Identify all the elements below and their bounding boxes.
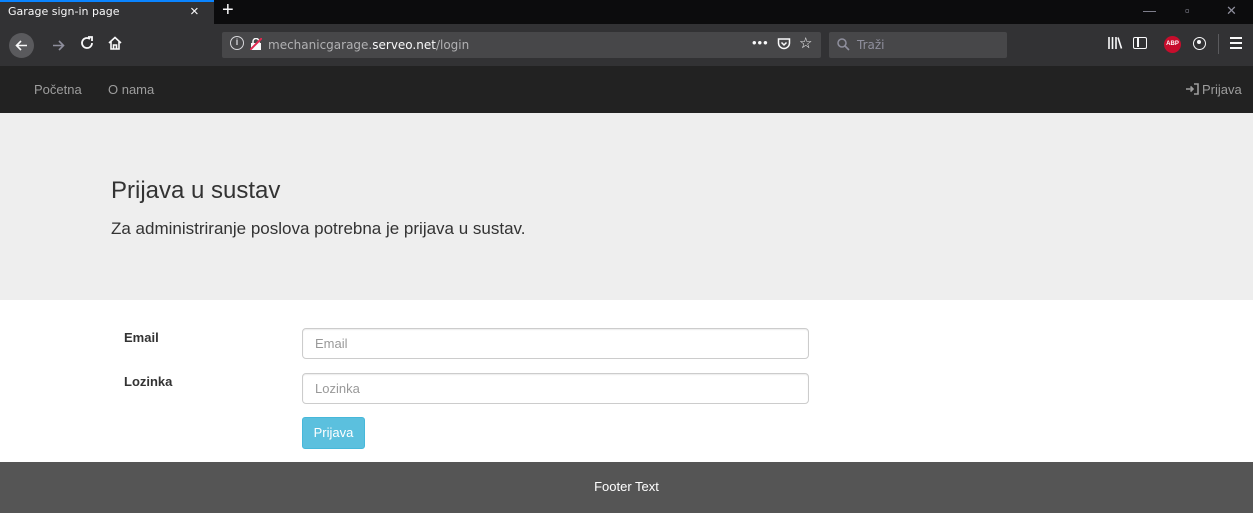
search-placeholder: Traži — [857, 38, 885, 52]
toolbar-divider — [1218, 34, 1219, 54]
star-icon[interactable]: ☆ — [799, 34, 812, 52]
minimize-icon[interactable]: — — [1143, 2, 1156, 20]
password-field[interactable] — [302, 373, 809, 404]
new-tab-icon[interactable]: + — [222, 0, 234, 22]
search-bar[interactable]: Traži — [829, 32, 1007, 58]
page-title: Prijava u sustav — [111, 177, 281, 204]
forward-icon[interactable] — [46, 33, 66, 58]
nav-link-login[interactable]: Prijava — [1186, 82, 1242, 98]
pocket-icon[interactable] — [777, 37, 791, 56]
password-label: Lozinka — [124, 374, 173, 389]
url-text[interactable]: mechanicgarage.serveo.net/login — [268, 38, 469, 52]
page-actions-icon[interactable]: ••• — [752, 35, 769, 50]
sidebar-icon[interactable] — [1133, 37, 1147, 49]
library-icon[interactable] — [1107, 36, 1123, 54]
browser-tab[interactable]: Garage sign-in page × — [0, 0, 214, 24]
footer-text: Footer Text — [594, 479, 659, 494]
nav-link-home[interactable]: Početna — [34, 82, 82, 97]
tab-title: Garage sign-in page — [8, 5, 120, 18]
nav-login-label: Prijava — [1202, 82, 1242, 97]
nav-link-about[interactable]: O nama — [108, 82, 154, 97]
insecure-lock-icon[interactable] — [249, 37, 263, 51]
menu-icon[interactable] — [1230, 37, 1242, 52]
maximize-icon[interactable]: ▫ — [1185, 2, 1190, 20]
account-icon[interactable] — [1193, 37, 1206, 50]
login-submit-button[interactable]: Prijava — [302, 417, 365, 449]
window-close-icon[interactable]: ✕ — [1226, 2, 1237, 20]
page-lead: Za administriranje poslova potrebna je p… — [111, 219, 526, 238]
jumbotron: Prijava u sustav Za administriranje posl… — [0, 113, 1253, 300]
url-bar[interactable]: i mechanicgarage.serveo.net/login ••• ☆ — [222, 32, 821, 58]
url-prefix: mechanicgarage. — [268, 38, 373, 52]
search-icon — [837, 38, 850, 56]
email-field[interactable] — [302, 328, 809, 359]
home-icon[interactable] — [107, 35, 123, 56]
browser-titlebar: Garage sign-in page × + — ▫ ✕ — [0, 0, 1253, 24]
url-host: serveo.net — [372, 38, 436, 52]
footer: Footer Text — [0, 462, 1253, 513]
tab-close-icon[interactable]: × — [190, 3, 199, 21]
reload-icon[interactable] — [79, 35, 95, 56]
url-path: /login — [435, 38, 470, 52]
login-icon — [1186, 83, 1199, 98]
abp-icon[interactable]: ABP — [1164, 36, 1181, 53]
info-icon[interactable]: i — [230, 36, 244, 50]
back-icon[interactable] — [9, 33, 34, 58]
email-label: Email — [124, 330, 159, 345]
site-navbar: Početna O nama Prijava — [0, 66, 1253, 113]
